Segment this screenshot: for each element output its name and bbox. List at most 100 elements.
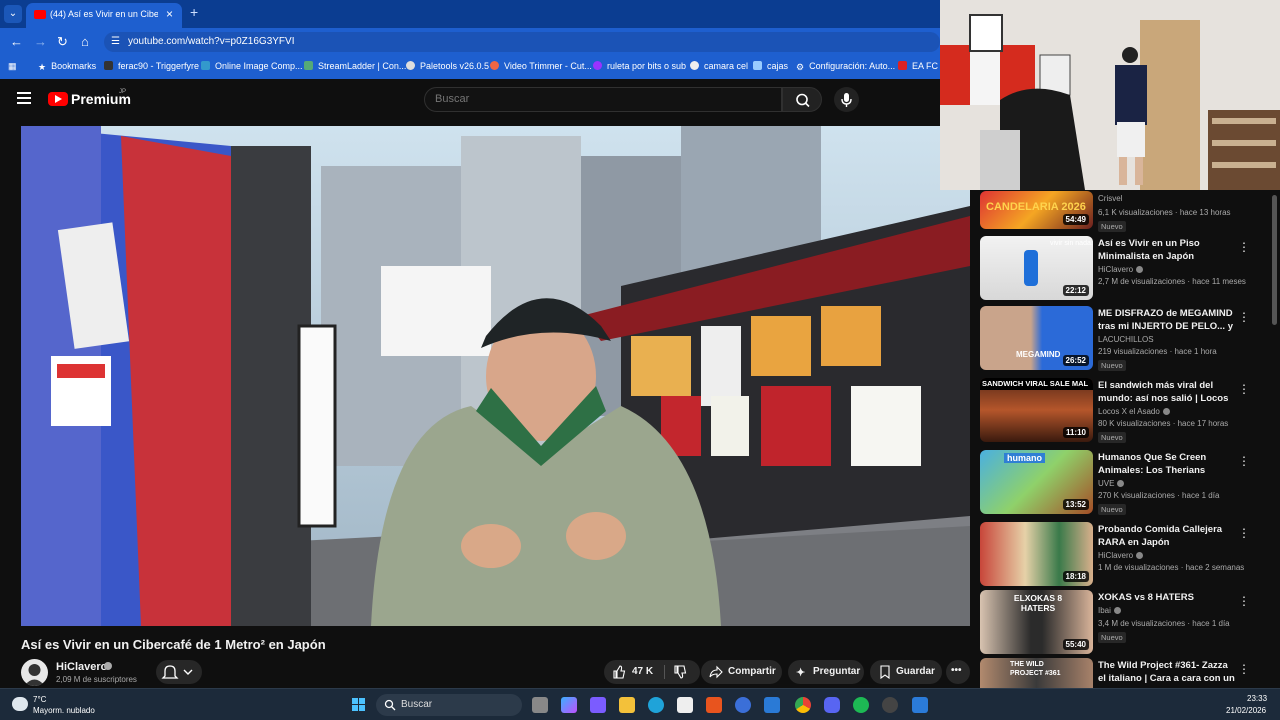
search-input[interactable] bbox=[435, 93, 765, 105]
site-info-icon[interactable]: ☰ bbox=[111, 36, 120, 47]
youtube-logo-icon[interactable] bbox=[48, 92, 68, 106]
more-actions-button[interactable]: ••• bbox=[946, 660, 970, 684]
channel-name[interactable]: Ibai bbox=[1098, 606, 1121, 615]
bookmark-label: Video Trimmer - Cut... bbox=[504, 61, 592, 71]
channel-name[interactable]: LACUCHILLOS bbox=[1098, 335, 1154, 344]
video-title[interactable]: ME DISFRAZO de MEGAMIND tras mi INJERTO … bbox=[1098, 307, 1238, 333]
video-title[interactable]: El sandwich más viral del mundo: así nos… bbox=[1098, 379, 1238, 405]
more-vertical-icon[interactable]: ⋮ bbox=[1238, 662, 1250, 676]
video-thumbnail[interactable]: SANDWICH VIRAL SALE MAL 11:10 bbox=[980, 378, 1093, 442]
store-icon[interactable] bbox=[677, 697, 693, 713]
edge-icon[interactable] bbox=[648, 697, 664, 713]
bookmark-item[interactable]: Paletools v26.0.5 bbox=[406, 61, 489, 71]
clock-date[interactable]: 21/02/2026 bbox=[1226, 706, 1266, 715]
dislike-button[interactable] bbox=[667, 660, 697, 684]
teams-icon[interactable] bbox=[590, 697, 606, 713]
apps-grid-icon[interactable]: ▦ bbox=[8, 61, 17, 72]
channel-name[interactable]: Locos X el Asado bbox=[1098, 407, 1170, 416]
more-vertical-icon[interactable]: ⋮ bbox=[1238, 594, 1250, 608]
app-icon[interactable] bbox=[706, 697, 722, 713]
bookmark-item[interactable]: Online Image Comp... bbox=[201, 61, 303, 71]
discord-icon[interactable] bbox=[824, 697, 840, 713]
spotify-icon[interactable] bbox=[853, 697, 869, 713]
new-tab-button[interactable]: + bbox=[190, 4, 198, 20]
tab-search-button[interactable]: ⌄ bbox=[4, 5, 22, 23]
search-button[interactable] bbox=[782, 87, 822, 112]
recommendation-item[interactable]: MEGAMIND 26:52 ME DISFRAZO de MEGAMIND t… bbox=[980, 306, 1272, 374]
hamburger-menu-icon[interactable] bbox=[17, 92, 31, 104]
video-thumbnail[interactable]: ELXOKAS 8 HATERS 55:40 bbox=[980, 590, 1093, 654]
weather-description[interactable]: Mayorm. nublado bbox=[33, 706, 95, 715]
url-field[interactable]: ☰ youtube.com/watch?v=p0Z16G3YFVI bbox=[104, 32, 940, 52]
video-title[interactable]: Probando Comida Callejera RARA en Japón bbox=[1098, 523, 1238, 549]
video-title[interactable]: Humanos Que Se Creen Animales: Los Theri… bbox=[1098, 451, 1238, 477]
bookmark-item[interactable]: ★ Bookmarks bbox=[38, 61, 96, 72]
recommendation-item[interactable]: THE WILD PROJECT #361 The Wild Project #… bbox=[980, 658, 1272, 688]
tab-close-icon[interactable]: × bbox=[166, 7, 173, 21]
obs-icon[interactable] bbox=[882, 697, 898, 713]
channel-name[interactable]: UVE bbox=[1098, 479, 1125, 488]
bookmark-item[interactable]: EA FC 2 bbox=[898, 61, 946, 71]
channel-name[interactable]: Crisvel bbox=[1098, 194, 1122, 203]
notification-bell-button[interactable] bbox=[156, 660, 202, 684]
forward-arrow-icon[interactable]: → bbox=[34, 34, 47, 49]
video-thumbnail[interactable]: CANDELARIA 2026 54:49 bbox=[980, 191, 1093, 229]
bookmark-item[interactable]: Video Trimmer - Cut... bbox=[490, 61, 592, 71]
channel-avatar[interactable] bbox=[21, 659, 48, 686]
video-thumbnail[interactable]: MEGAMIND 26:52 bbox=[980, 306, 1093, 370]
channel-name[interactable]: HiClavero bbox=[56, 661, 107, 673]
video-thumbnail[interactable]: humano 13:52 bbox=[980, 450, 1093, 514]
cloud-icon[interactable] bbox=[12, 697, 28, 711]
video-meta: 219 visualizaciones · hace 1 hora bbox=[1098, 347, 1217, 356]
more-vertical-icon[interactable]: ⋮ bbox=[1238, 454, 1250, 468]
search-box[interactable] bbox=[424, 87, 782, 112]
bookmark-item[interactable]: ruleta por bits o sub bbox=[593, 61, 686, 71]
video-player[interactable] bbox=[21, 126, 970, 626]
voice-search-button[interactable] bbox=[834, 87, 859, 112]
home-icon[interactable]: ⌂ bbox=[81, 34, 89, 49]
like-button[interactable]: 47 K bbox=[604, 660, 664, 684]
recommendation-item[interactable]: SANDWICH VIRAL SALE MAL 11:10 El sandwic… bbox=[980, 378, 1272, 446]
video-title[interactable]: XOKAS vs 8 HATERS bbox=[1098, 591, 1238, 604]
taskbar-search[interactable]: Buscar bbox=[376, 694, 522, 716]
reload-icon[interactable]: ↻ bbox=[57, 34, 68, 50]
bell-icon bbox=[161, 665, 193, 679]
save-button[interactable]: Guardar bbox=[870, 660, 942, 684]
video-title[interactable]: Así es Vivir en un Piso Minimalista en J… bbox=[1098, 237, 1238, 263]
recommendation-item[interactable]: humano 13:52 Humanos Que Se Creen Animal… bbox=[980, 450, 1272, 518]
more-vertical-icon[interactable]: ⋮ bbox=[1238, 240, 1250, 254]
video-thumbnail[interactable]: 18:18 bbox=[980, 522, 1093, 586]
app-icon[interactable] bbox=[764, 697, 780, 713]
weather-temperature[interactable]: 7°C bbox=[33, 695, 46, 704]
bookmark-item[interactable]: camara cel bbox=[690, 61, 748, 71]
video-thumbnail[interactable]: vivir sin nada. 22:12 bbox=[980, 236, 1093, 300]
bookmark-item[interactable]: cajas bbox=[753, 61, 788, 71]
copilot-icon[interactable] bbox=[561, 697, 577, 713]
video-title[interactable]: The Wild Project #361- Zazza el italiano… bbox=[1098, 659, 1238, 685]
bookmark-item[interactable]: StreamLadder | Con... bbox=[304, 61, 406, 71]
app-icon[interactable] bbox=[912, 697, 928, 713]
bookmark-item[interactable]: ⚙ Configuración: Auto... bbox=[796, 61, 895, 72]
browser-tab-active[interactable]: (44) Así es Vivir en un Cibercafé × bbox=[26, 3, 182, 28]
recommendation-item[interactable]: vivir sin nada. 22:12 Así es Vivir en un… bbox=[980, 236, 1272, 304]
task-view-icon[interactable] bbox=[532, 697, 548, 713]
chrome-icon[interactable] bbox=[795, 697, 811, 713]
save-label: Guardar bbox=[896, 666, 935, 677]
sidebar-scrollbar[interactable] bbox=[1272, 195, 1277, 325]
more-vertical-icon[interactable]: ⋮ bbox=[1238, 382, 1250, 396]
video-thumbnail[interactable]: THE WILD PROJECT #361 bbox=[980, 658, 1093, 688]
recommendation-item[interactable]: ELXOKAS 8 HATERS 55:40 XOKAS vs 8 HATERS… bbox=[980, 590, 1272, 658]
mail-icon[interactable] bbox=[735, 697, 751, 713]
ask-button[interactable]: ✦ Preguntar bbox=[788, 660, 864, 684]
bookmark-item[interactable]: ferac90 - Triggerfyre bbox=[104, 61, 199, 71]
share-button[interactable]: Compartir bbox=[701, 660, 782, 684]
more-vertical-icon[interactable]: ⋮ bbox=[1238, 526, 1250, 540]
windows-start-icon[interactable] bbox=[352, 698, 366, 712]
file-explorer-icon[interactable] bbox=[619, 697, 635, 713]
back-arrow-icon[interactable]: ← bbox=[10, 34, 23, 49]
recommendation-item[interactable]: 18:18 Probando Comida Callejera RARA en … bbox=[980, 522, 1272, 590]
channel-name[interactable]: HiClavero bbox=[1098, 551, 1144, 560]
channel-name[interactable]: HiClavero bbox=[1098, 265, 1144, 274]
more-vertical-icon[interactable]: ⋮ bbox=[1238, 310, 1250, 324]
clock-time[interactable]: 23:33 bbox=[1247, 694, 1267, 703]
